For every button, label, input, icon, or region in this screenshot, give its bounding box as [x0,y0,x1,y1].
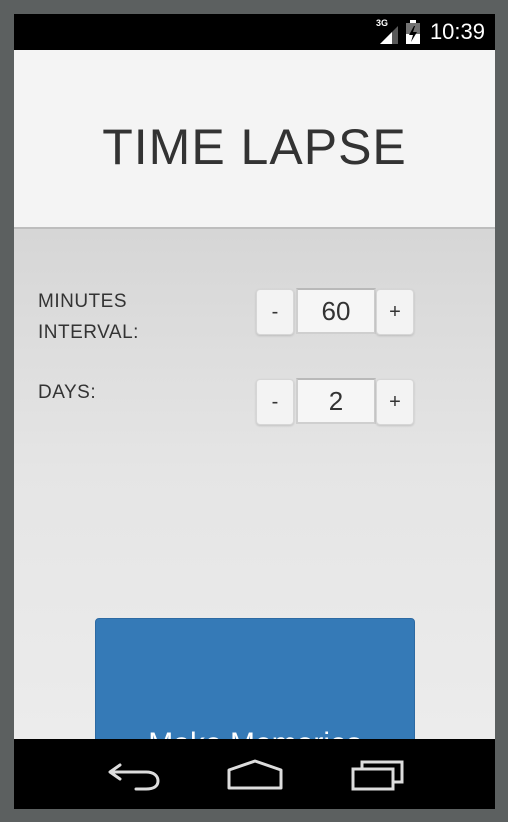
signal-icon: 3G [376,18,400,44]
app-screen: TIME LAPSE MINUTES INTERVAL: - 60 + DAYS… [14,50,495,739]
minutes-value-field[interactable]: 60 [296,288,376,334]
status-bar: 3G 10:39 [14,14,495,50]
battery-charging-icon [405,20,420,44]
make-memories-button[interactable]: Make Memories [95,618,415,739]
days-label: DAYS: [38,382,97,403]
recent-apps-icon[interactable] [350,757,406,796]
make-memories-label: Make Memories [96,727,414,739]
days-increment-button[interactable]: + [376,379,414,425]
app-header: TIME LAPSE [14,50,495,229]
navigation-bar [14,739,495,809]
home-icon[interactable] [226,757,284,796]
status-icons: 3G 10:39 [376,18,485,46]
minutes-increment-button[interactable]: + [376,289,414,335]
status-clock: 10:39 [429,19,485,44]
minutes-label-line2: INTERVAL: [38,322,139,343]
minutes-label-line1: MINUTES [38,291,127,312]
device-frame: 3G 10:39 TIME LAPSE MINUTES INTERVAL: - … [0,0,508,822]
days-value-field[interactable]: 2 [296,378,376,424]
back-icon[interactable] [106,757,162,796]
days-decrement-button[interactable]: - [256,379,294,425]
page-title: TIME LAPSE [102,118,407,175]
minutes-interval-label: MINUTES INTERVAL: [38,286,139,348]
minutes-decrement-button[interactable]: - [256,289,294,335]
